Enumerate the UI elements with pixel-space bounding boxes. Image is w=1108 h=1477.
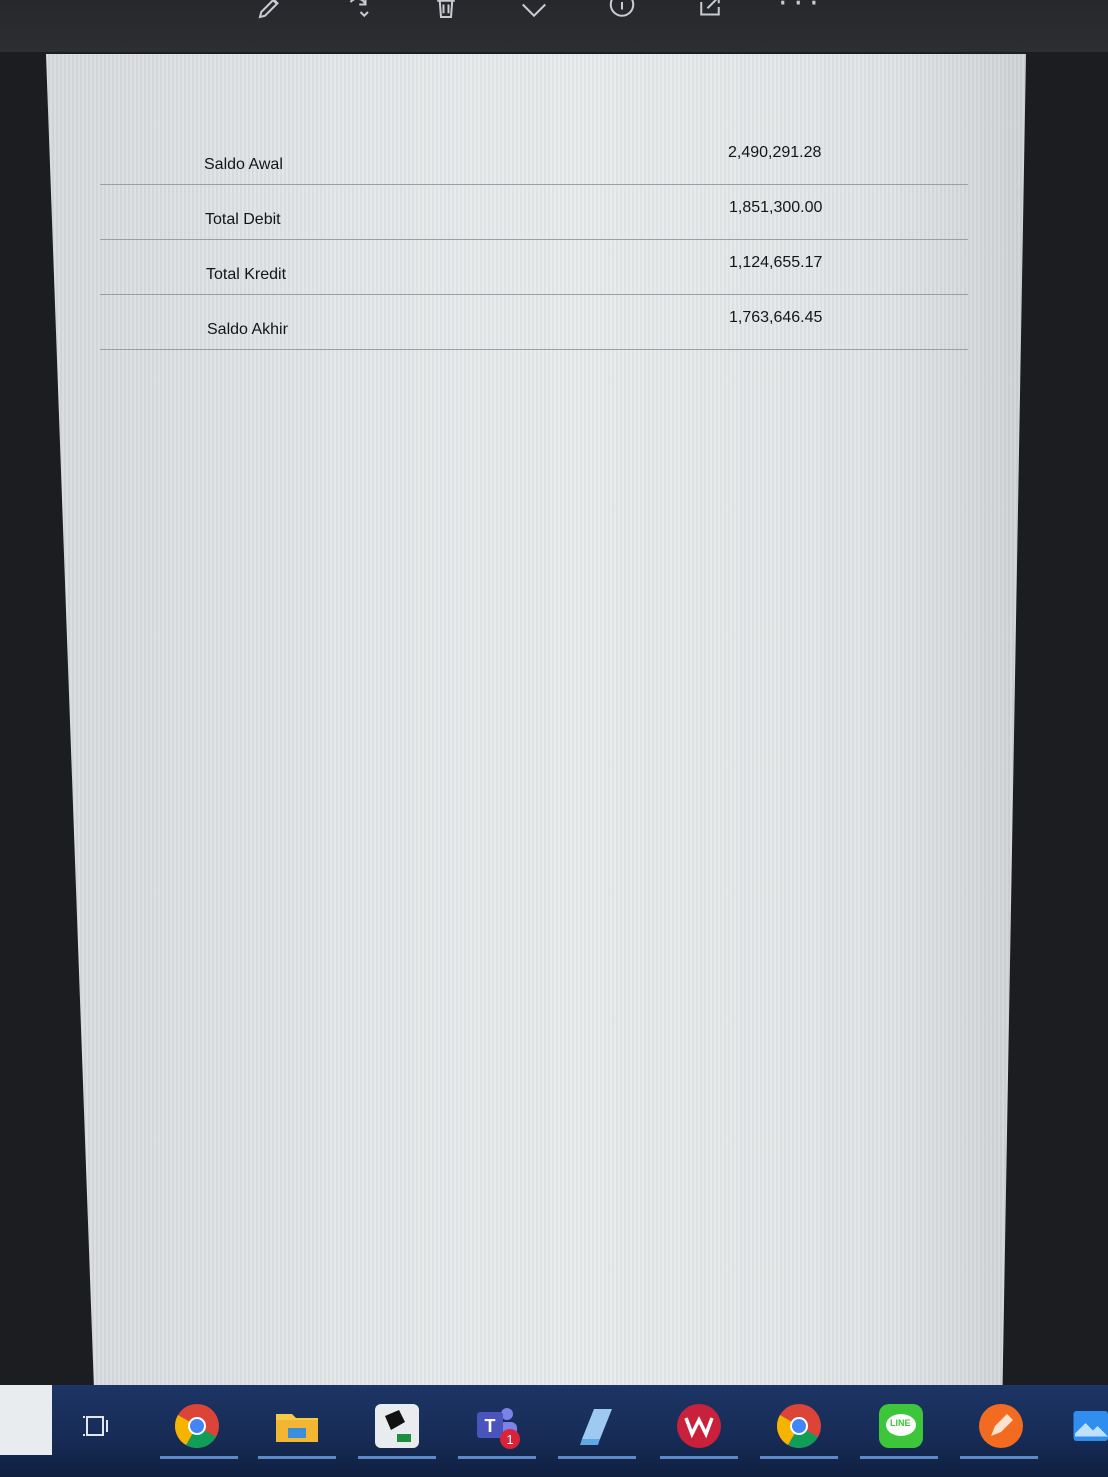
chrome-icon[interactable]: [774, 1401, 824, 1451]
row-value: 1,851,300.00: [729, 199, 823, 216]
line-icon[interactable]: LINE: [876, 1401, 926, 1451]
info-icon[interactable]: [602, 0, 642, 24]
balance-summary-table: Saldo Awal 2,490,291.28 Total Debit 1,85…: [100, 130, 968, 350]
search-box[interactable]: [0, 1385, 52, 1455]
row-value: 2,490,291.28: [728, 144, 822, 161]
notes-icon[interactable]: [572, 1401, 622, 1451]
trash-icon[interactable]: [426, 0, 466, 24]
svg-text:T: T: [485, 1416, 496, 1436]
active-indicator: [258, 1456, 336, 1459]
task-view-icon[interactable]: [72, 1401, 122, 1451]
rotate-icon[interactable]: [338, 0, 378, 24]
wps-office-icon[interactable]: [674, 1401, 724, 1451]
active-indicator: [960, 1456, 1038, 1459]
active-indicator: [458, 1456, 536, 1459]
table-row: Saldo Awal 2,490,291.28: [100, 130, 968, 185]
row-label: Saldo Awal: [204, 156, 283, 173]
more-options-button[interactable]: ···: [778, 0, 825, 21]
table-row: Total Kredit 1,124,655.17: [100, 240, 968, 295]
file-explorer-icon[interactable]: [272, 1401, 322, 1451]
active-indicator: [660, 1456, 738, 1459]
chrome-icon[interactable]: [172, 1401, 222, 1451]
row-label: Saldo Akhir: [207, 321, 288, 338]
taskbar: T 1 LINE: [0, 1385, 1108, 1477]
row-label: Total Kredit: [206, 266, 287, 283]
photos-icon[interactable]: [1072, 1401, 1108, 1451]
active-indicator: [558, 1456, 636, 1459]
row-value: 1,763,646.45: [729, 309, 823, 326]
row-value: 1,124,655.17: [729, 254, 823, 271]
app-tile-icon[interactable]: [372, 1401, 422, 1451]
notification-badge: 1: [500, 1429, 520, 1449]
active-indicator: [860, 1456, 938, 1459]
active-indicator: [358, 1456, 436, 1459]
row-label: Total Debit: [205, 211, 281, 228]
edit-pen-icon[interactable]: [250, 0, 290, 24]
favorite-icon[interactable]: [514, 0, 554, 24]
share-icon[interactable]: [690, 0, 730, 24]
active-indicator: [160, 1456, 238, 1459]
pen-app-icon[interactable]: [976, 1401, 1026, 1451]
line-logo-text: LINE: [890, 1418, 911, 1428]
viewer-toolbar: ···: [0, 0, 1108, 52]
active-indicator: [760, 1456, 838, 1459]
table-row: Saldo Akhir 1,763,646.45: [100, 295, 968, 350]
teams-icon[interactable]: T 1: [472, 1401, 522, 1451]
table-row: Total Debit 1,851,300.00: [100, 185, 968, 240]
